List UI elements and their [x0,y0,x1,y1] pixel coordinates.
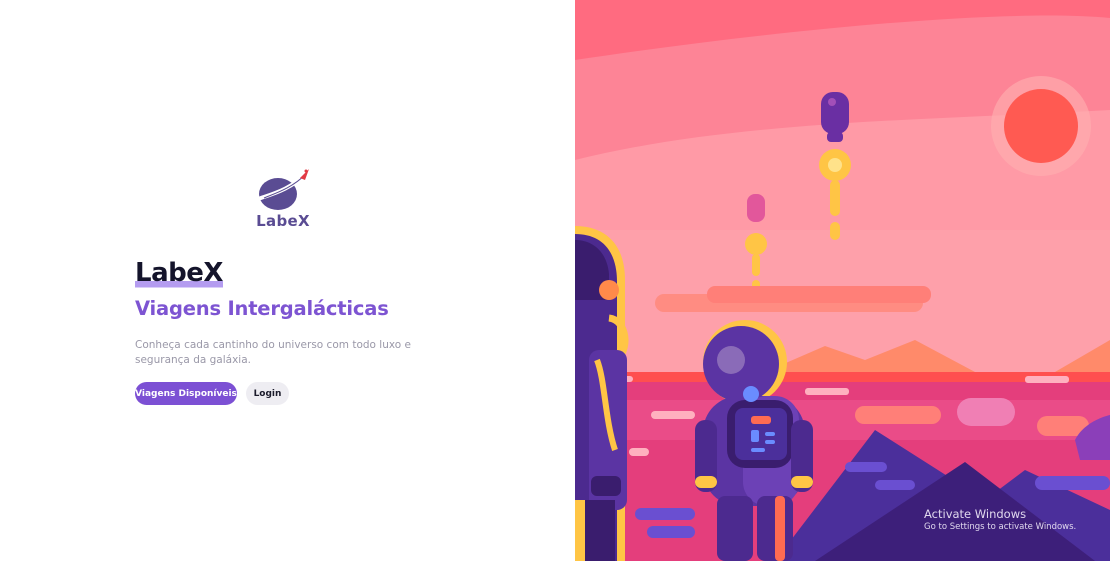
hero-description: Conheça cada cantinho do universo com to… [135,339,411,366]
watermark-title: Activate Windows [924,507,1027,521]
login-button[interactable]: Login [246,382,289,405]
hero-illustration [575,0,1110,561]
logo-text: LabeX [256,212,310,230]
watermark-subtitle: Go to Settings to activate Windows. [924,522,1077,532]
astronauts-illustration [575,0,1110,561]
page-subtitle: Viagens Intergalácticas [135,297,389,320]
available-trips-button[interactable]: Viagens Disponíveis [135,382,237,405]
labex-logo: LabeX [250,166,316,234]
left-panel: LabeX LabeX Viagens Intergalácticas Conh… [0,0,575,561]
windows-activation-watermark: Activate Windows Go to Settings to activ… [924,507,1076,533]
planet-rocket-icon [256,169,310,210]
brand-title: LabeX [135,256,223,290]
astronaut-left [575,226,629,561]
